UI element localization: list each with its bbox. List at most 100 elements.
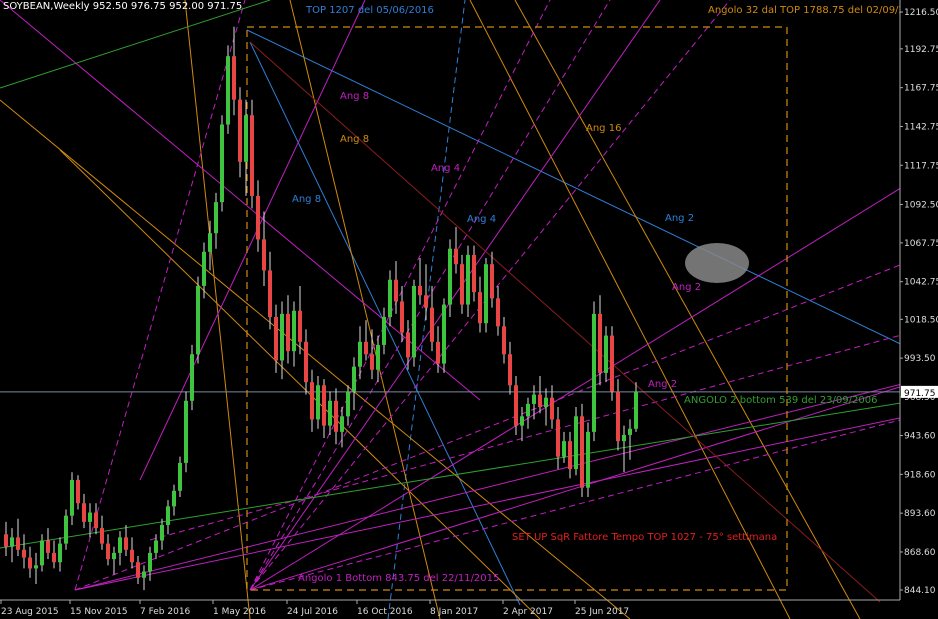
candle-body [322, 385, 326, 426]
candle-body [166, 506, 170, 525]
y-tick-label: 893.60 [904, 509, 936, 519]
candle-body [454, 248, 458, 265]
candle-body [610, 335, 614, 392]
x-tick-label: 8 Jan 2017 [430, 607, 478, 617]
angle-line [74, 0, 246, 591]
chart-annotation: Ang 2 [672, 282, 701, 293]
chart-annotation: Ang 8 [340, 91, 369, 102]
candle-body [436, 341, 440, 364]
candle-body [118, 537, 122, 553]
candle-body [4, 534, 8, 547]
candle-body [130, 549, 134, 563]
candle-body [400, 301, 404, 333]
axes: 1216.50 1192.75 1167.75 1142.75 1117.75 1092.… [0, 0, 938, 619]
chart-annotation: Ang 16 [586, 123, 621, 134]
candle-body [538, 394, 542, 408]
chart-annotation: TOP 1207 del 05/06/2016 [305, 5, 434, 16]
candle-body [70, 479, 74, 516]
candle-body [172, 490, 176, 507]
candle-body [412, 285, 416, 358]
candle-body [148, 552, 152, 572]
candle-body [460, 264, 464, 305]
y-tick-label: 844.10 [904, 586, 936, 596]
candle-body [286, 313, 290, 352]
candle-body [562, 441, 566, 457]
candle-body [250, 115, 254, 196]
x-tick-label: 15 Nov 2015 [70, 607, 128, 617]
chart-annotation: SET UP SqR Fattore Tempo TOP 1027 - 75° … [512, 532, 777, 543]
candle-body [16, 537, 20, 550]
y-tick-label: 868.60 [904, 548, 936, 558]
candle-body [544, 397, 548, 408]
target-ellipse [685, 243, 749, 283]
candle-body [268, 270, 272, 317]
candle-body [520, 416, 524, 426]
candle-body [280, 313, 284, 361]
symbol-label: SOYBEAN,Weekly [3, 1, 90, 12]
candle-body [28, 557, 32, 569]
candle-body [316, 385, 320, 420]
chart-annotation: Angolo 32 dal TOP 1788.75 del 02/09/2012 [708, 5, 924, 16]
candle-body [292, 310, 296, 352]
candle-body [298, 310, 302, 342]
candle-body [550, 397, 554, 420]
angle-line [149, 324, 938, 541]
candle-body [340, 416, 344, 432]
candle-body [334, 400, 338, 432]
candle-body [208, 233, 212, 252]
x-tick-label: 23 Aug 2015 [1, 607, 59, 617]
last-price-label: 971.75 [904, 389, 936, 399]
y-tick-label: 1167.75 [904, 84, 938, 94]
angle-line [249, 0, 551, 591]
candle-body [190, 354, 194, 401]
candle-body [76, 479, 80, 504]
candle-body [484, 264, 488, 324]
candle-body [256, 195, 260, 240]
candle-body [154, 540, 158, 553]
chart-annotation: Ang 2 [648, 379, 677, 390]
candle-body [466, 254, 470, 305]
annotations: TOP 1207 del 05/06/2016 Angolo 32 dal TOP… [292, 5, 924, 584]
x-tick-label: 2 Apr 2017 [503, 607, 553, 617]
y-tick-label: 1216.50 [904, 8, 938, 18]
chart-annotation: ANGOLO 2 bottom 539 del 23/09/2006 [684, 395, 877, 406]
candle-body [46, 540, 50, 553]
candle-body [136, 562, 140, 578]
chart-annotation: Ang 4 [431, 163, 460, 174]
candle-body [508, 354, 512, 386]
candle-body [472, 254, 476, 293]
candlestick-chart: TOP 1207 del 05/06/2016 Angolo 32 dal TOP… [0, 0, 938, 619]
y-tick-label: 1067.75 [904, 239, 938, 249]
candle-body [502, 326, 506, 355]
candle-body [328, 400, 332, 426]
x-tick-label: 24 Jul 2016 [287, 607, 338, 617]
candle-body [364, 341, 368, 355]
y-tick-label: 1092.50 [904, 200, 938, 210]
angle-line [74, 409, 938, 591]
x-tick-label: 16 Oct 2016 [357, 607, 413, 617]
candle-body [178, 462, 182, 491]
candle-body [106, 543, 110, 560]
candle-body [424, 295, 428, 308]
candle-body [274, 316, 278, 361]
candle-body [94, 512, 98, 529]
candle-body [352, 366, 356, 392]
candle-body [88, 512, 92, 522]
candle-body [406, 332, 410, 358]
candle-body [598, 313, 602, 373]
candle-body [142, 571, 146, 578]
angle-line [514, 0, 861, 619]
candle-body [214, 202, 218, 234]
candle-body [202, 251, 206, 286]
candle-body [82, 503, 86, 522]
candle-body [556, 419, 560, 457]
candle-body [112, 552, 116, 560]
candle-body [418, 285, 422, 296]
ohlc-label: 952.50 976.75 952.00 971.75 [92, 1, 243, 12]
candle-body [592, 313, 596, 432]
candle-body [490, 264, 494, 299]
angle-line [246, 29, 938, 363]
candles [4, 26, 638, 591]
candle-body [124, 537, 128, 550]
x-tick-label: 7 Feb 2016 [140, 607, 191, 617]
